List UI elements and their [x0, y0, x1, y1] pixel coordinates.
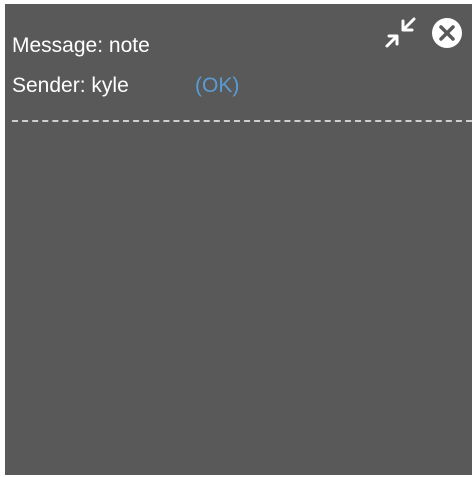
message-label: Message:: [12, 34, 104, 57]
collapse-arrows-icon[interactable]: [383, 15, 419, 51]
sender-value: kyle: [91, 74, 129, 97]
notification-panel: Message: note Sender: kyle (OK): [5, 4, 472, 475]
close-circle-icon[interactable]: [430, 16, 464, 50]
divider: [12, 120, 472, 122]
message-value: note: [108, 34, 150, 57]
sender-line: Sender: kyle: [12, 73, 129, 99]
message-line: Message: note: [12, 33, 150, 59]
sender-label: Sender:: [12, 74, 86, 97]
sender-status-link[interactable]: (OK): [195, 73, 239, 99]
